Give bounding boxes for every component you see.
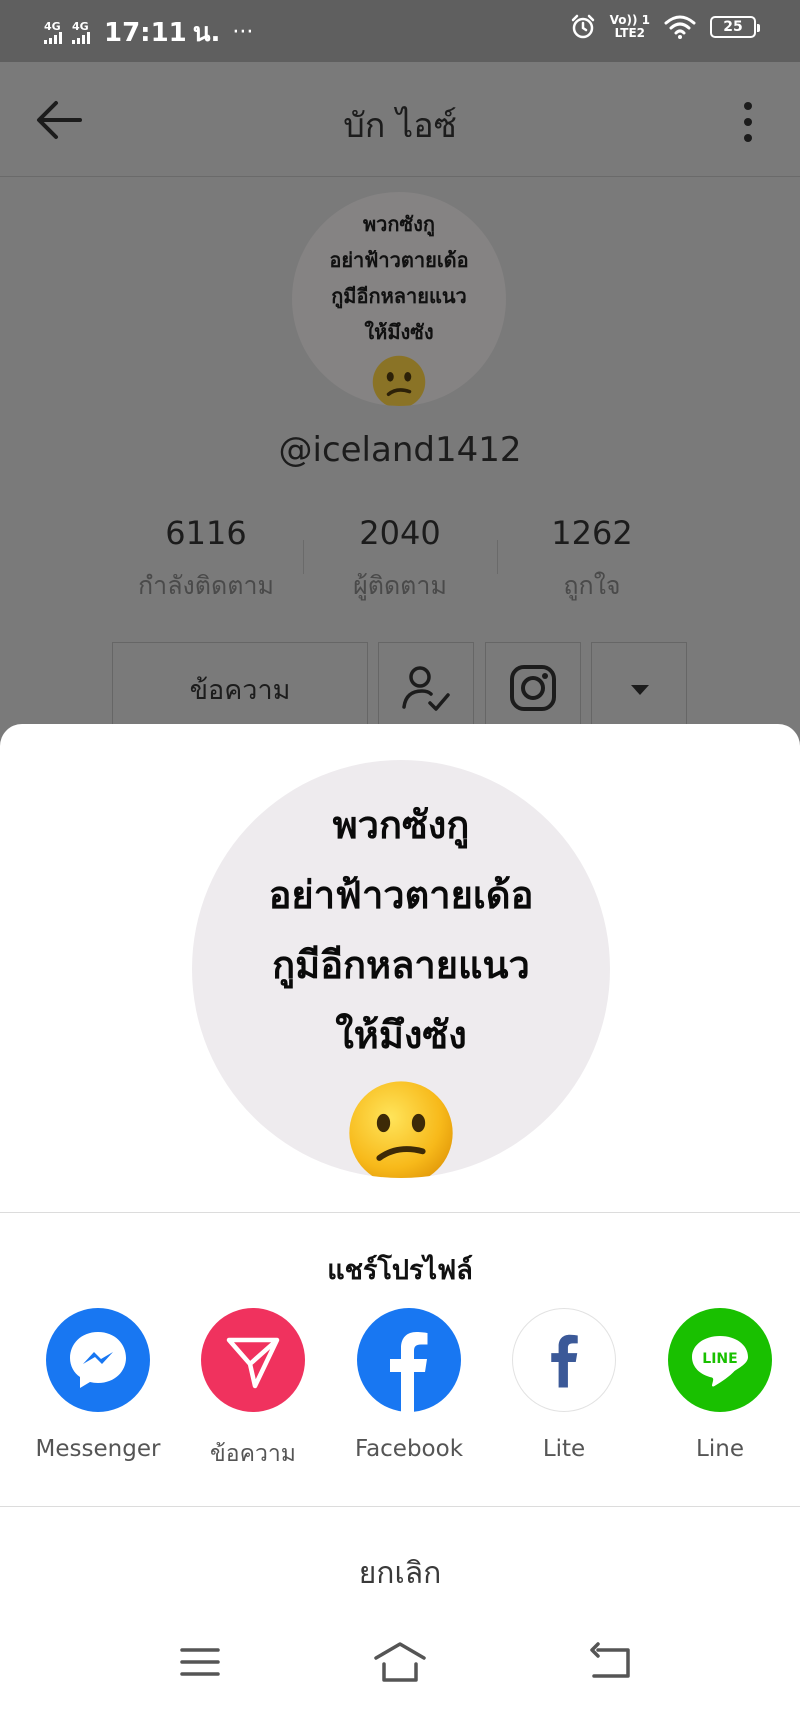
signal-strength-icon: 4G	[44, 21, 62, 44]
profile-screen: บัก ไอซ์ พวกซังกู อย่าฟ้าวตายเด้อ กูมีอี…	[0, 62, 800, 742]
following-stat[interactable]: 6116 กำลังติดตาม	[106, 514, 306, 606]
clock: 17:11	[104, 17, 187, 48]
line-icon: LINE	[692, 1336, 748, 1387]
share-profile-sheet: พวกซังกู อย่าฟ้าวตายเด้อ กูมีอีกหลายแนว …	[0, 724, 800, 1715]
back-icon[interactable]	[580, 1640, 640, 1684]
share-messenger-button[interactable]: Messenger	[28, 1308, 168, 1462]
more-notifications-icon: ···	[232, 20, 254, 45]
profile-handle: @iceland1412	[278, 430, 522, 470]
app-bar: บัก ไอซ์	[0, 62, 800, 177]
wifi-icon	[664, 15, 696, 39]
alarm-icon	[571, 14, 594, 39]
clock-suffix: น.	[192, 18, 221, 48]
instagram-icon	[510, 665, 556, 711]
share-sheet-title: แชร์โปรไฟล์	[327, 1255, 473, 1286]
confused-face-emoji-icon	[372, 355, 426, 406]
likes-stat: 1262 ถูกใจ	[551, 514, 633, 600]
user-check-icon	[402, 666, 450, 711]
home-icon[interactable]	[370, 1640, 430, 1684]
page-title: บัก ไอซ์	[343, 106, 457, 146]
avatar-caption: พวกซังกู อย่าฟ้าวตายเด้อ กูมีอีกหลายแนว …	[329, 212, 469, 344]
share-avatar-preview: พวกซังกู อย่าฟ้าวตายเด้อ กูมีอีกหลายแนว …	[192, 760, 610, 1178]
more-vertical-icon[interactable]	[740, 100, 756, 144]
share-facebook-button[interactable]: Facebook	[339, 1308, 479, 1462]
share-line-button[interactable]: LINE Line	[650, 1308, 790, 1462]
divider	[0, 1506, 800, 1507]
divider	[0, 1212, 800, 1213]
cancel-button[interactable]: ยกเลิก	[0, 1550, 800, 1597]
share-direct-message-button[interactable]: ข้อความ	[183, 1308, 323, 1472]
share-facebook-lite-button[interactable]: Lite	[494, 1308, 634, 1462]
confused-face-emoji-icon	[349, 1081, 453, 1178]
facebook-icon	[390, 1332, 428, 1412]
caret-down-icon	[631, 685, 649, 695]
status-bar: 4G 4G 17:11 น. ··· Vo)) 1 LTE2 25	[0, 0, 800, 62]
signal-strength-icon: 4G	[72, 21, 90, 44]
followers-stat[interactable]: 2040 ผู้ติดตาม	[300, 514, 500, 606]
avatar-caption: พวกซังกู อย่าฟ้าวตายเด้อ กูมีอีกหลายแนว …	[268, 803, 534, 1057]
direct-message-icon	[226, 1337, 280, 1389]
battery-icon: 25	[710, 16, 760, 38]
profile-avatar[interactable]: พวกซังกู อย่าฟ้าวตายเด้อ กูมีอีกหลายแนว …	[292, 192, 506, 406]
volte-icon: Vo)) 1 LTE2	[609, 13, 650, 40]
facebook-lite-icon	[551, 1334, 578, 1388]
messenger-icon	[70, 1332, 126, 1388]
system-navigation-bar	[0, 1624, 800, 1714]
menu-icon[interactable]	[170, 1640, 230, 1684]
line-badge-text: LINE	[702, 1351, 737, 1367]
